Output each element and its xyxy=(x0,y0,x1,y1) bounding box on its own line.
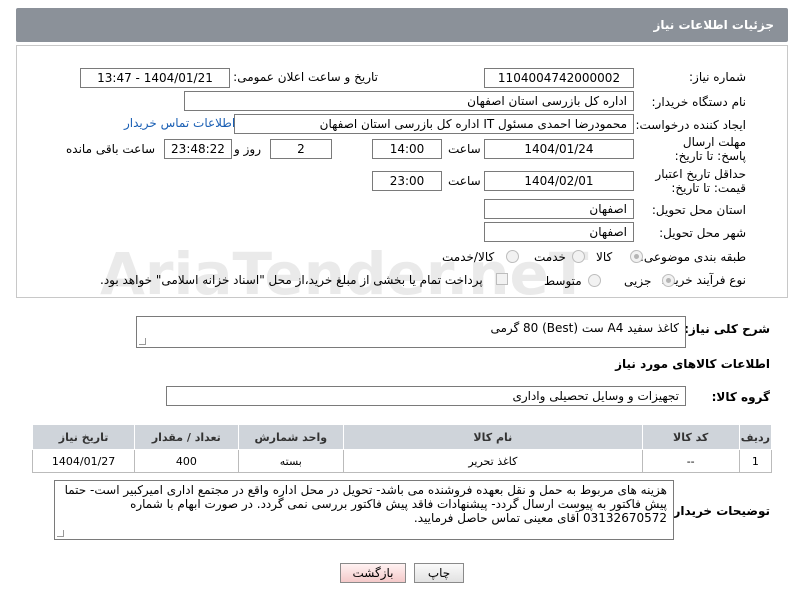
category-option-goods-service: کالا/خدمت xyxy=(442,250,495,264)
table-header-row: ردیف کد کالا نام کالا واحد شمارش تعداد /… xyxy=(31,424,773,450)
col-unit-header: واحد شمارش xyxy=(237,424,345,450)
creator-label: ایجاد کننده درخواست: xyxy=(635,118,746,132)
deadline-date-field: 1404/01/24 xyxy=(484,139,634,159)
print-button[interactable]: چاپ xyxy=(414,563,464,583)
goods-group-field: تجهیزات و وسایل تحصیلی واداری xyxy=(166,386,686,406)
validity-time-field: 23:00 xyxy=(372,171,442,191)
treasury-checkbox[interactable] xyxy=(496,273,508,285)
deadline-time-field: 14:00 xyxy=(372,139,442,159)
col-date-header: تاریخ نیاز xyxy=(31,424,136,450)
need-number-field: 1104004742000002 xyxy=(484,68,634,88)
back-button[interactable]: بازگشت xyxy=(340,563,406,583)
buyer-notes-text: هزینه های مربوط به حمل و نقل بعهده فروشن… xyxy=(64,483,667,525)
category-option-goods: کالا xyxy=(596,250,613,264)
days-label: روز و xyxy=(234,142,261,156)
resize-grip-icon[interactable] xyxy=(57,530,64,537)
buyer-contact-link[interactable]: اطلاعات تماس خریدار xyxy=(124,116,235,130)
cell-date: 1404/01/27 xyxy=(31,449,136,473)
city-label: شهر محل تحویل: xyxy=(659,226,746,240)
cell-row: 1 xyxy=(738,449,773,473)
days-field: 2 xyxy=(270,139,332,159)
category-label: طبقه بندی موضوعی: xyxy=(639,250,746,264)
category-radio-goods[interactable] xyxy=(630,250,643,263)
validity-time-label: ساعت xyxy=(448,174,481,188)
goods-table: ردیف کد کالا نام کالا واحد شمارش تعداد /… xyxy=(31,424,773,473)
process-radio-minor[interactable] xyxy=(662,274,675,287)
col-qty-header: تعداد / مقدار xyxy=(134,424,239,450)
cell-qty: 400 xyxy=(134,449,239,473)
validity-label: حداقل تاریخ اعتبار قیمت: تا تاریخ: xyxy=(655,167,746,195)
resize-grip-icon[interactable] xyxy=(139,338,146,345)
buyer-org-label: نام دستگاه خریدار: xyxy=(651,95,747,109)
cell-name: کاغذ تحریر xyxy=(343,449,643,473)
category-option-service: خدمت xyxy=(534,250,566,264)
deadline-label: مهلت ارسال پاسخ: تا تاریخ: xyxy=(674,135,746,163)
goods-section-title: اطلاعات کالاهای مورد نیاز xyxy=(615,357,770,371)
page-header: جزئیات اطلاعات نیاز xyxy=(16,8,788,42)
need-number-label: شماره نیاز: xyxy=(689,70,746,84)
table-row: 1 -- کاغذ تحریر بسته 400 1404/01/27 xyxy=(31,449,773,473)
description-label: شرح کلی نیاز: xyxy=(684,322,770,336)
col-row-header: ردیف xyxy=(738,424,773,450)
buyer-notes-field[interactable]: هزینه های مربوط به حمل و نقل بعهده فروشن… xyxy=(54,480,674,540)
process-option-medium: متوسط xyxy=(544,274,582,288)
announce-label: تاریخ و ساعت اعلان عمومی: xyxy=(233,70,378,84)
remaining-time-field: 23:48:22 xyxy=(164,139,232,159)
category-radio-service[interactable] xyxy=(572,250,585,263)
buyer-notes-label: توضیحات خریدار: xyxy=(668,504,770,518)
col-code-header: کد کالا xyxy=(641,424,740,450)
col-name-header: نام کالا xyxy=(343,424,643,450)
province-label: استان محل تحویل: xyxy=(651,203,746,217)
creator-field: محمودرضا احمدی مسئول IT اداره کل بازرسی … xyxy=(234,114,634,134)
payment-note: پرداخت تمام یا بخشی از مبلغ خرید،از محل … xyxy=(100,273,483,287)
city-field: اصفهان xyxy=(484,222,634,242)
deadline-time-label: ساعت xyxy=(448,142,481,156)
goods-group-label: گروه کالا: xyxy=(711,390,770,404)
province-field: اصفهان xyxy=(484,199,634,219)
description-field[interactable]: کاغذ سفید A4 ست (Best) 80 گرمی xyxy=(136,316,686,348)
cell-unit: بسته xyxy=(237,449,345,473)
validity-date-field: 1404/02/01 xyxy=(484,171,634,191)
category-radio-goods-service[interactable] xyxy=(506,250,519,263)
description-text: کاغذ سفید A4 ست (Best) 80 گرمی xyxy=(490,321,679,335)
announce-date-field: 1404/01/21 - 13:47 xyxy=(80,68,230,88)
remaining-label: ساعت باقی مانده xyxy=(66,142,156,156)
cell-code: -- xyxy=(641,449,740,473)
process-option-minor: جزیی xyxy=(624,274,652,288)
buyer-org-field: اداره کل بازرسی استان اصفهان xyxy=(184,91,634,111)
process-radio-medium[interactable] xyxy=(588,274,601,287)
